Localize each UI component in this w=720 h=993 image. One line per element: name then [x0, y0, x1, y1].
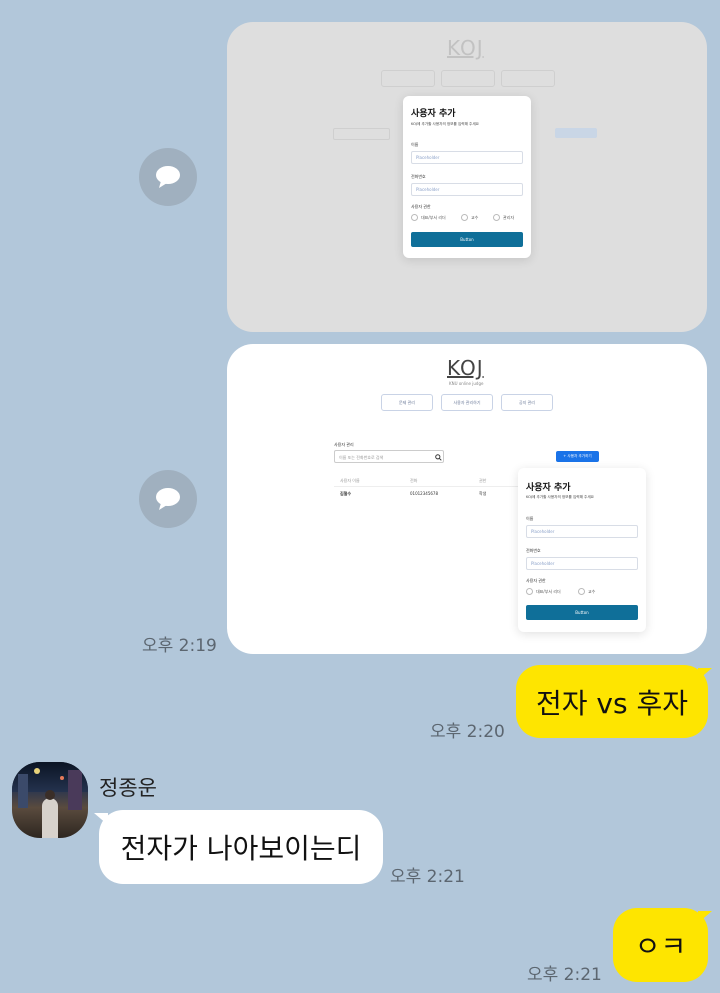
table-cell: 학생 — [479, 491, 487, 496]
role-label: 사용자 권한 — [526, 578, 546, 583]
name-input[interactable]: Placeholder — [411, 151, 523, 164]
sender-name: 정종운 — [99, 776, 157, 800]
role-option-label: 대표/부서 리더 — [536, 589, 561, 594]
table-cell: 김철수 — [340, 491, 352, 496]
add-user-button — [555, 128, 597, 138]
add-user-panel: 사용자 추가 KOJ에 추가할 사용자의 정보를 입력해 주세요 이름 Plac… — [518, 468, 646, 632]
table-header: 전화 — [410, 478, 418, 483]
section-label: 사용자 관리 — [334, 442, 354, 447]
submit-button[interactable]: Button — [526, 605, 638, 620]
sub-logo: KNU online judge — [449, 381, 484, 386]
timestamp: 오후 2:21 — [390, 867, 465, 887]
image-message-2[interactable]: KOJ KNU online judge 문제 관리 사용자 관리하기 공지 관… — [227, 344, 707, 654]
modal-title: 사용자 추가 — [411, 109, 456, 119]
koj-logo: KOJ — [447, 356, 484, 380]
timestamp: 오후 2:19 — [142, 636, 217, 656]
divider — [334, 486, 524, 487]
role-option-label: 교수 — [588, 589, 596, 594]
bubble-tail — [94, 813, 108, 825]
search-input[interactable]: 이름 또는 전화번호로 검색 — [334, 450, 444, 463]
timestamp: 오후 2:20 — [430, 722, 505, 742]
role-radio[interactable] — [411, 214, 418, 221]
phone-input[interactable]: Placeholder — [411, 183, 523, 196]
table-header: 사용자 이름 — [340, 478, 360, 483]
search-input — [333, 128, 390, 140]
phone-label: 전화번호 — [526, 548, 541, 553]
role-radio[interactable] — [493, 214, 500, 221]
add-user-button[interactable]: + 사용자 추가하기 — [556, 451, 599, 462]
timestamp: 오후 2:21 — [527, 965, 602, 985]
phone-input[interactable]: Placeholder — [526, 557, 638, 570]
avatar-building — [68, 770, 82, 810]
table-header: 권한 — [479, 478, 487, 483]
nav-button — [441, 70, 495, 87]
chat-bubble-icon — [156, 488, 180, 510]
avatar-person — [42, 798, 58, 838]
modal-description: KOJ에 추가할 사용자의 정보를 입력해 주세요 — [411, 122, 479, 126]
name-label: 이름 — [411, 142, 419, 147]
bubble-tail — [698, 911, 712, 923]
chat-bubble-icon — [156, 166, 180, 188]
name-label: 이름 — [526, 516, 534, 521]
outgoing-message[interactable]: ㅇㅋ — [613, 908, 708, 982]
search-icon — [435, 454, 442, 461]
add-user-modal: 사용자 추가 KOJ에 추가할 사용자의 정보를 입력해 주세요 이름 Plac… — [403, 96, 531, 258]
nav-button — [381, 70, 435, 87]
role-option-label: 대표/부서 리더 — [421, 215, 446, 220]
name-input[interactable]: Placeholder — [526, 525, 638, 538]
role-option-label: 관리자 — [503, 215, 515, 220]
nav-button-notices[interactable]: 공지 관리 — [501, 394, 553, 411]
submit-button[interactable]: Button — [411, 232, 523, 247]
outgoing-message[interactable]: 전자 vs 후자 — [516, 665, 708, 738]
role-radio[interactable] — [461, 214, 468, 221]
share-icon[interactable] — [139, 148, 197, 206]
avatar-light — [34, 768, 40, 774]
share-icon[interactable] — [139, 470, 197, 528]
nav-button-problems[interactable]: 문제 관리 — [381, 394, 433, 411]
role-option-label: 교수 — [471, 215, 479, 220]
image-message-1[interactable]: KOJ 사용자 추가 KOJ에 추가할 사용자의 정보를 입력해 주세요 이름 … — [227, 22, 707, 332]
search-placeholder: 이름 또는 전화번호로 검색 — [339, 455, 384, 460]
avatar-head — [45, 790, 55, 800]
nav-button — [501, 70, 555, 87]
avatar-building — [18, 774, 28, 808]
role-radio[interactable] — [526, 588, 533, 595]
modal-title: 사용자 추가 — [526, 483, 571, 493]
modal-description: KOJ에 추가할 사용자의 정보를 입력해 주세요 — [526, 495, 594, 499]
bubble-tail — [698, 668, 712, 680]
table-cell: 01012345678 — [410, 491, 438, 496]
koj-logo: KOJ — [447, 36, 484, 60]
role-radio[interactable] — [578, 588, 585, 595]
nav-button-users[interactable]: 사용자 관리하기 — [441, 394, 493, 411]
role-label: 사용자 권한 — [411, 204, 431, 209]
phone-label: 전화번호 — [411, 174, 426, 179]
avatar[interactable] — [12, 762, 88, 838]
avatar-light — [60, 776, 64, 780]
incoming-message[interactable]: 전자가 나아보이는디 — [99, 810, 383, 884]
